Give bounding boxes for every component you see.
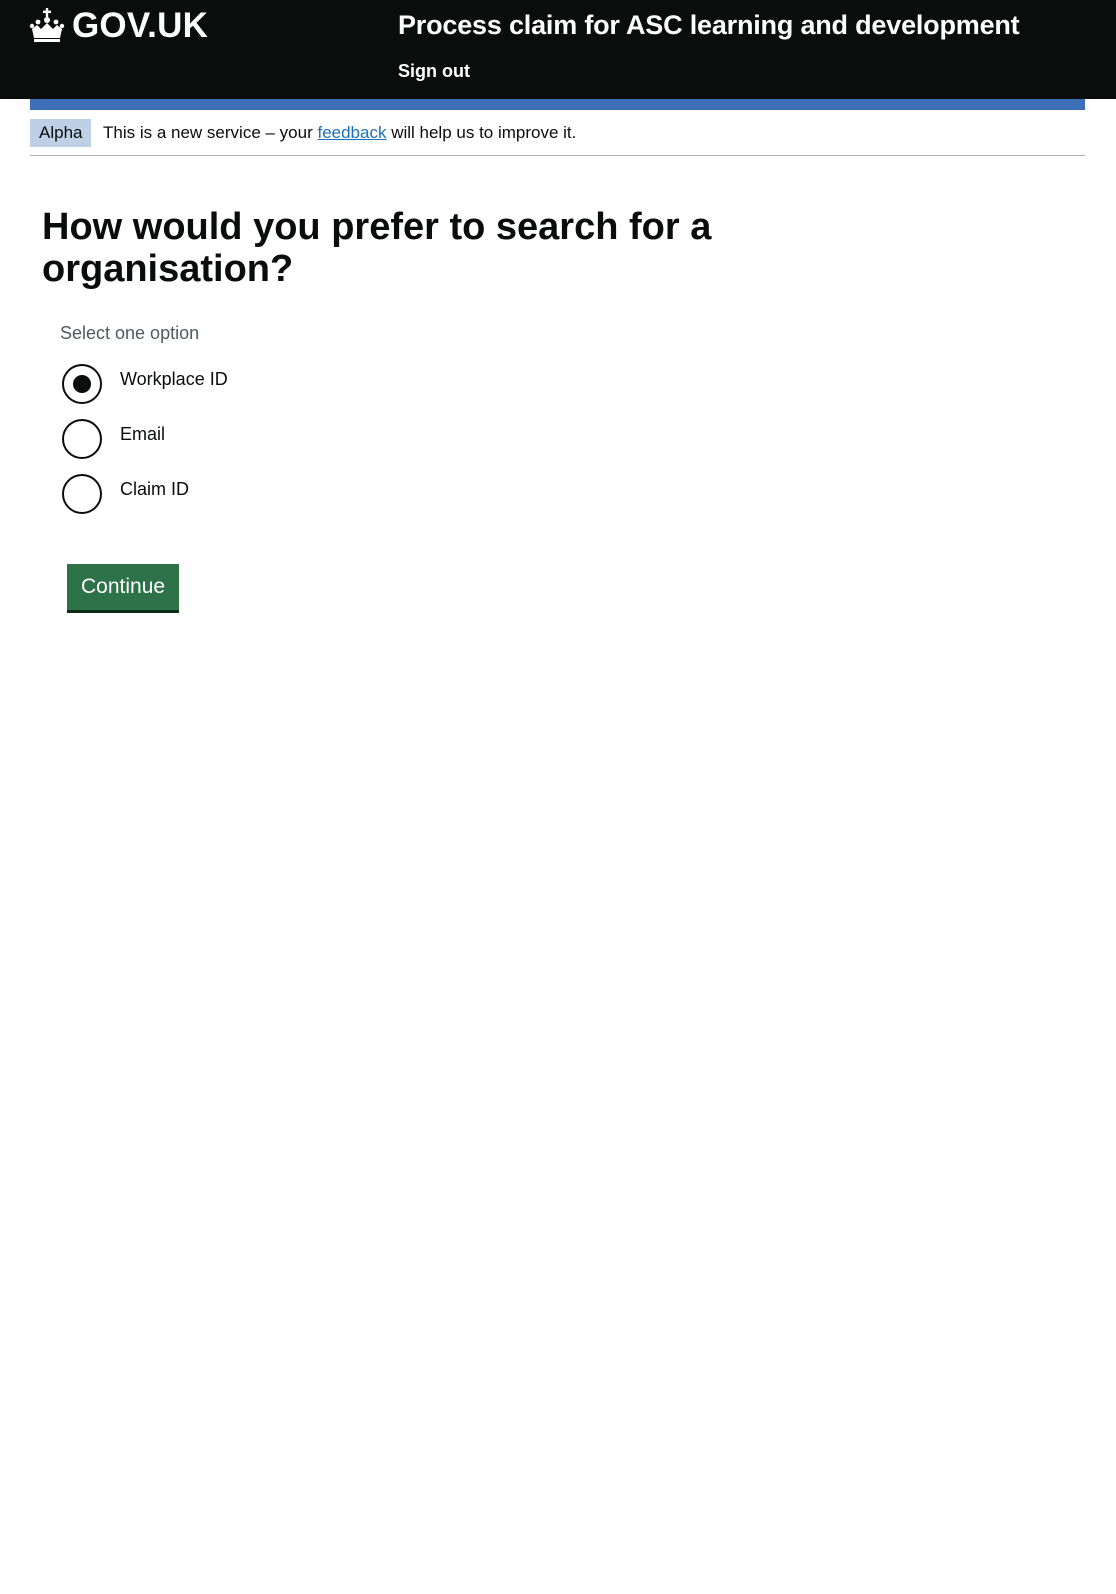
service-name[interactable]: Process claim for ASC learning and devel… (398, 10, 1020, 41)
phase-tag: Alpha (30, 119, 92, 147)
site-header: GOV.UK Process claim for ASC learning an… (0, 0, 1116, 99)
govuk-logo-link[interactable]: GOV.UK (29, 4, 208, 48)
continue-button[interactable]: Continue (67, 564, 180, 610)
phase-text-before: This is a new service – your (103, 123, 318, 142)
radio-label[interactable]: Claim ID (120, 478, 189, 500)
radio-option-workplace-id[interactable]: Workplace ID (62, 364, 228, 404)
radio-option-email[interactable]: Email (62, 419, 165, 459)
radio-button[interactable] (62, 364, 102, 404)
radio-hint: Select one option (60, 323, 200, 343)
header-accent-bar (30, 99, 1085, 110)
radio-option-claim-id[interactable]: Claim ID (62, 474, 189, 514)
phase-banner: Alpha This is a new service – your feedb… (30, 110, 1085, 156)
sign-out-link[interactable]: Sign out (398, 61, 470, 82)
logo-text: GOV.UK (72, 6, 209, 45)
phase-banner-text: This is a new service – your feedback wi… (103, 121, 576, 145)
crown-icon (29, 8, 65, 42)
feedback-link[interactable]: feedback (317, 123, 386, 142)
radio-label[interactable]: Workplace ID (120, 368, 228, 390)
page-title: How would you prefer to search for a org… (42, 206, 712, 290)
radio-label[interactable]: Email (120, 423, 165, 445)
phase-text-after: will help us to improve it. (386, 123, 577, 142)
radio-button[interactable] (62, 474, 102, 514)
radio-button[interactable] (62, 419, 102, 459)
